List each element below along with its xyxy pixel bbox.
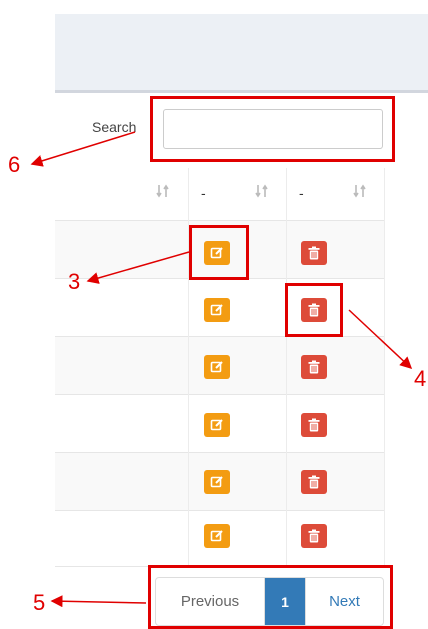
arrow-4 [348, 309, 413, 370]
arrow-5 [50, 595, 147, 608]
annotation-arrows [30, 131, 413, 608]
arrow-6 [30, 131, 136, 167]
arrow-3 [86, 251, 190, 284]
